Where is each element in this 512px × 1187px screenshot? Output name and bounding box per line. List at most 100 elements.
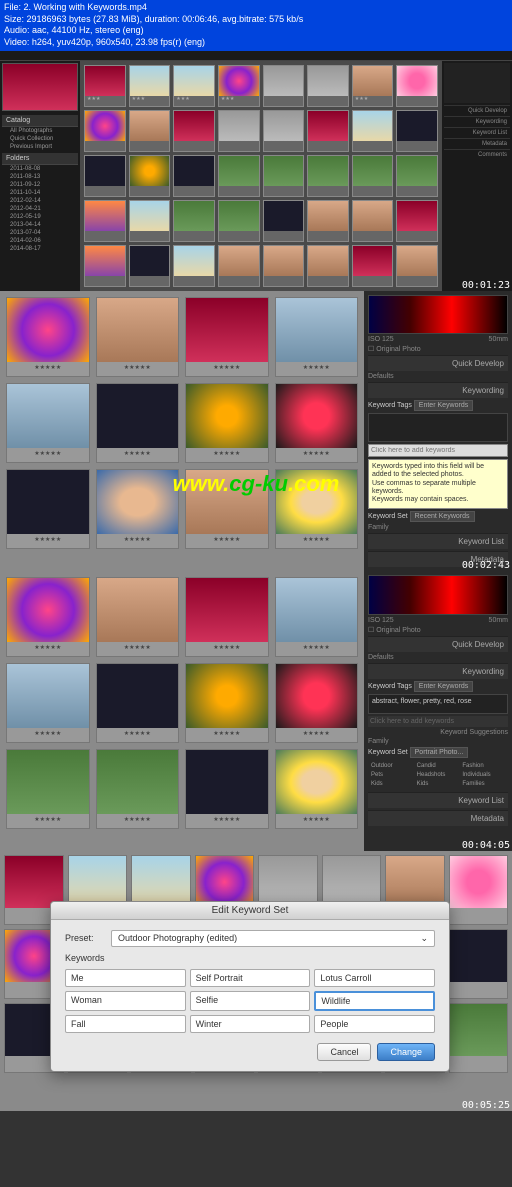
thumbnail[interactable] xyxy=(129,245,171,287)
keyword-list-header[interactable]: Keyword List xyxy=(444,127,510,138)
thumbnail[interactable]: ★★★★★ xyxy=(275,577,359,657)
thumbnail[interactable]: ★★★★★ xyxy=(96,749,180,829)
add-keywords-field[interactable]: Click here to add keywords xyxy=(368,716,508,727)
catalog-prev[interactable]: Previous Import xyxy=(2,143,78,151)
thumbnail[interactable]: ★★★ xyxy=(129,65,171,107)
thumbnail[interactable]: ★★★★★ xyxy=(275,383,359,463)
family-suggestion[interactable]: Family xyxy=(368,738,508,745)
keyword-set-item[interactable]: Pets xyxy=(370,771,415,779)
checkbox-icon[interactable]: ☐ xyxy=(368,627,374,634)
thumbnail[interactable]: ★★★★★ xyxy=(275,663,359,743)
thumbnail[interactable] xyxy=(449,1003,509,1073)
thumbnail-grid[interactable]: ★★★ ★★★ ★★★ ★★★ ★★★ xyxy=(80,61,442,291)
keywording-header[interactable]: Keywording xyxy=(444,116,510,127)
thumbnail[interactable] xyxy=(129,155,171,197)
enter-keywords-button[interactable]: Enter Keywords xyxy=(414,400,473,411)
thumbnail[interactable] xyxy=(352,155,394,197)
thumbnail[interactable]: ★★★★★ xyxy=(6,749,90,829)
thumbnail[interactable] xyxy=(263,65,305,107)
thumbnail[interactable]: ★★★★★ xyxy=(96,663,180,743)
thumbnail[interactable] xyxy=(307,110,349,152)
folders-header[interactable]: Folders xyxy=(2,153,78,165)
folder-item[interactable]: 2012-02-14 xyxy=(2,197,78,205)
thumbnail[interactable] xyxy=(396,110,438,152)
menubar[interactable] xyxy=(0,51,512,61)
checkbox-icon[interactable]: ☐ xyxy=(368,346,374,353)
keyword-set-item[interactable]: Candid xyxy=(416,762,461,770)
keyword-text-area[interactable]: abstract, flower, pretty, red, rose xyxy=(368,694,508,714)
quick-develop-header[interactable]: Quick Develop xyxy=(368,355,508,371)
thumbnail[interactable]: ★★★★★ xyxy=(96,577,180,657)
family-keyword[interactable]: Family xyxy=(368,524,508,531)
thumbnail[interactable] xyxy=(84,245,126,287)
thumbnail[interactable]: ★★★★★ xyxy=(185,297,269,377)
folder-item[interactable]: 2011-09-12 xyxy=(2,181,78,189)
thumbnail[interactable]: ★★★ xyxy=(173,65,215,107)
thumbnail[interactable] xyxy=(449,855,509,925)
keyword-text-area[interactable] xyxy=(368,413,508,442)
thumbnail[interactable]: ★★★★★ xyxy=(6,383,90,463)
thumbnail[interactable]: ★★★★★ xyxy=(96,469,180,549)
portrait-photo-button[interactable]: Portrait Photo... xyxy=(410,747,469,758)
thumbnail[interactable] xyxy=(218,245,260,287)
thumbnail[interactable] xyxy=(84,110,126,152)
thumbnail[interactable]: ★★★★★ xyxy=(6,469,90,549)
thumbnail[interactable] xyxy=(307,155,349,197)
thumbnail[interactable]: ★★★★★ xyxy=(185,383,269,463)
thumbnail[interactable]: ★★★ xyxy=(218,65,260,107)
thumbnail[interactable]: ★★★★★ xyxy=(96,297,180,377)
folder-item[interactable]: 2014-08-17 xyxy=(2,245,78,253)
thumbnail[interactable] xyxy=(173,110,215,152)
keyword-field-active[interactable]: Wildlife xyxy=(314,991,435,1011)
metadata-header[interactable]: Metadata xyxy=(368,810,508,826)
keyword-field[interactable]: Woman xyxy=(65,991,186,1011)
keyword-set-item[interactable]: Headshots xyxy=(416,771,461,779)
folder-item[interactable]: 2013-04-14 xyxy=(2,221,78,229)
comments-header[interactable]: Comments xyxy=(444,149,510,160)
thumbnail[interactable] xyxy=(84,155,126,197)
thumbnail[interactable] xyxy=(129,110,171,152)
keyword-set-item[interactable]: Kids xyxy=(370,780,415,788)
thumbnail[interactable] xyxy=(352,110,394,152)
keywording-header[interactable]: Keywording xyxy=(368,663,508,679)
thumbnail[interactable]: ★★★★★ xyxy=(185,749,269,829)
thumbnail[interactable]: ★★★★★ xyxy=(6,663,90,743)
thumbnail[interactable]: ★★★★★ xyxy=(6,297,90,377)
thumbnail[interactable] xyxy=(449,929,509,999)
keyword-list-header[interactable]: Keyword List xyxy=(368,533,508,549)
thumbnail[interactable] xyxy=(396,245,438,287)
thumbnail[interactable] xyxy=(173,155,215,197)
keyword-field[interactable]: Self Portrait xyxy=(190,969,311,987)
thumbnail[interactable] xyxy=(173,245,215,287)
keyword-set-item[interactable]: Families xyxy=(461,780,506,788)
thumbnail[interactable] xyxy=(173,200,215,242)
folder-item[interactable]: 2014-02-06 xyxy=(2,237,78,245)
defaults-label[interactable]: Defaults xyxy=(368,373,508,380)
thumbnail[interactable] xyxy=(307,245,349,287)
thumbnail[interactable] xyxy=(218,110,260,152)
recent-keywords-button[interactable]: Recent Keywords xyxy=(410,511,475,522)
keyword-set-item[interactable]: Kids xyxy=(416,780,461,788)
folder-item[interactable]: 2011-08-13 xyxy=(2,173,78,181)
catalog-all[interactable]: All Photographs xyxy=(2,127,78,135)
thumbnail[interactable] xyxy=(263,245,305,287)
keyword-field[interactable]: Fall xyxy=(65,1015,186,1033)
folder-item[interactable]: 2011-10-14 xyxy=(2,189,78,197)
change-button[interactable]: Change xyxy=(377,1043,435,1061)
keywording-header[interactable]: Keywording xyxy=(368,382,508,398)
thumbnail[interactable] xyxy=(307,65,349,107)
navigator-preview[interactable] xyxy=(2,63,78,111)
thumbnail[interactable] xyxy=(129,200,171,242)
folder-item[interactable]: 2012-05-19 xyxy=(2,213,78,221)
preset-select[interactable]: Outdoor Photography (edited) ⌄ xyxy=(111,930,435,947)
thumbnail[interactable]: ★★★ xyxy=(84,65,126,107)
thumbnail-grid[interactable]: ★★★★★ ★★★★★ ★★★★★ ★★★★★ ★★★★★ ★★★★★ ★★★★… xyxy=(0,291,364,571)
keyword-field[interactable]: Selfie xyxy=(190,991,311,1011)
keyword-field[interactable]: People xyxy=(314,1015,435,1033)
quick-develop-header[interactable]: Quick Develop xyxy=(444,105,510,116)
thumbnail[interactable]: ★★★★★ xyxy=(275,749,359,829)
defaults-label[interactable]: Defaults xyxy=(368,654,508,661)
thumbnail[interactable]: ★★★★★ xyxy=(275,297,359,377)
add-keywords-input[interactable] xyxy=(368,444,508,457)
keyword-field[interactable]: Me xyxy=(65,969,186,987)
